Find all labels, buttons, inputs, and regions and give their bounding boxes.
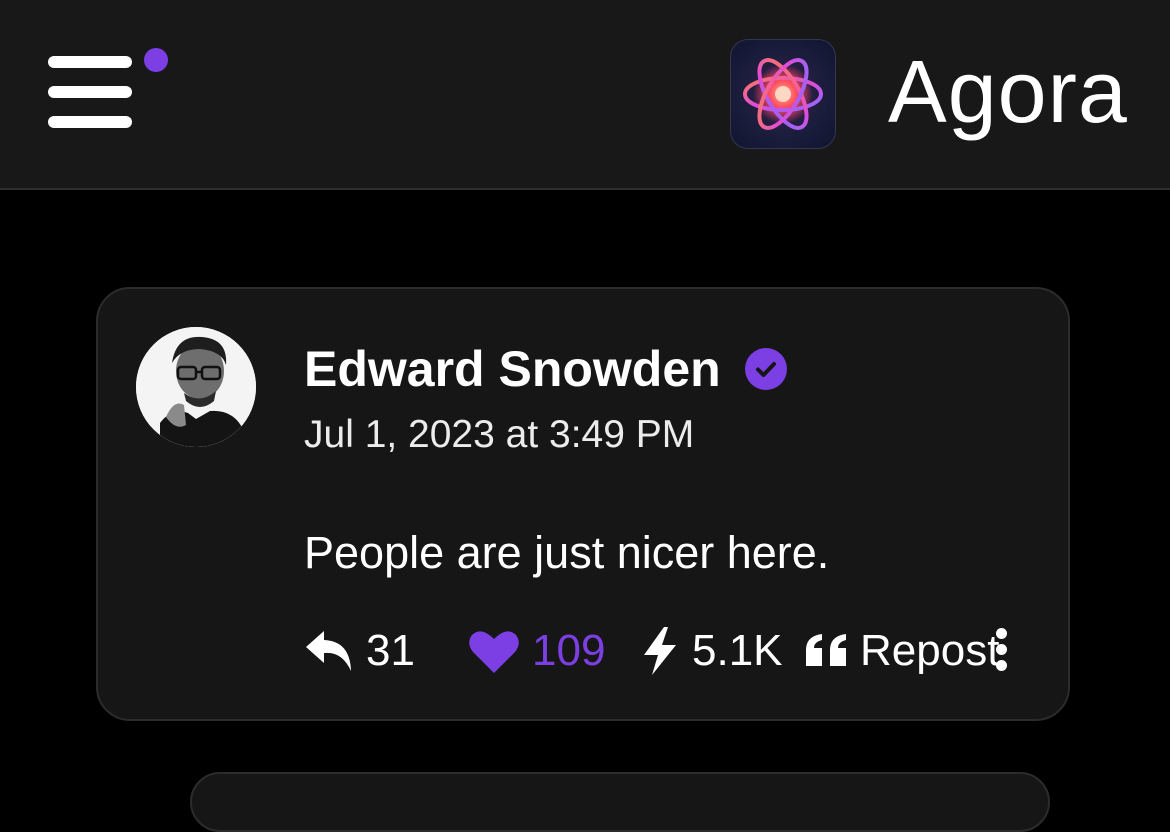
zap-button[interactable]: 5.1K: [640, 623, 783, 679]
app-title: Agora: [888, 42, 1128, 141]
notification-dot: [144, 48, 168, 72]
avatar-portrait: [136, 327, 256, 447]
menu-button[interactable]: [40, 40, 180, 140]
quote-icon: [806, 634, 846, 666]
repost-button[interactable]: Repost: [804, 623, 999, 679]
avatar[interactable]: [136, 327, 256, 447]
zap-count: 5.1K: [692, 626, 783, 675]
more-options-button[interactable]: [986, 626, 1016, 672]
next-post-card[interactable]: [190, 772, 1050, 832]
repost-label: Repost: [860, 626, 1000, 675]
post-timestamp[interactable]: Jul 1, 2023 at 3:49 PM: [304, 413, 694, 457]
post-actions: 31 109 5.1K Repost: [304, 623, 1064, 679]
reply-icon: [306, 631, 351, 671]
like-button[interactable]: 109: [468, 623, 605, 679]
verified-badge-icon: [744, 348, 787, 390]
app-logo[interactable]: [730, 39, 836, 149]
reply-count: 31: [366, 626, 415, 675]
heart-icon: [469, 631, 519, 673]
post-text: People are just nicer here.: [304, 527, 830, 578]
top-app-bar: Agora: [0, 0, 1170, 190]
post-card[interactable]: Edward Snowden Jul 1, 2023 at 3:49 PM Pe…: [96, 287, 1070, 721]
author-row: Edward Snowden: [304, 341, 787, 397]
like-count: 109: [532, 626, 606, 675]
reply-button[interactable]: 31: [304, 623, 415, 679]
lightning-icon: [644, 627, 676, 675]
author-name[interactable]: Edward Snowden: [304, 340, 721, 398]
atom-icon: [743, 58, 823, 130]
